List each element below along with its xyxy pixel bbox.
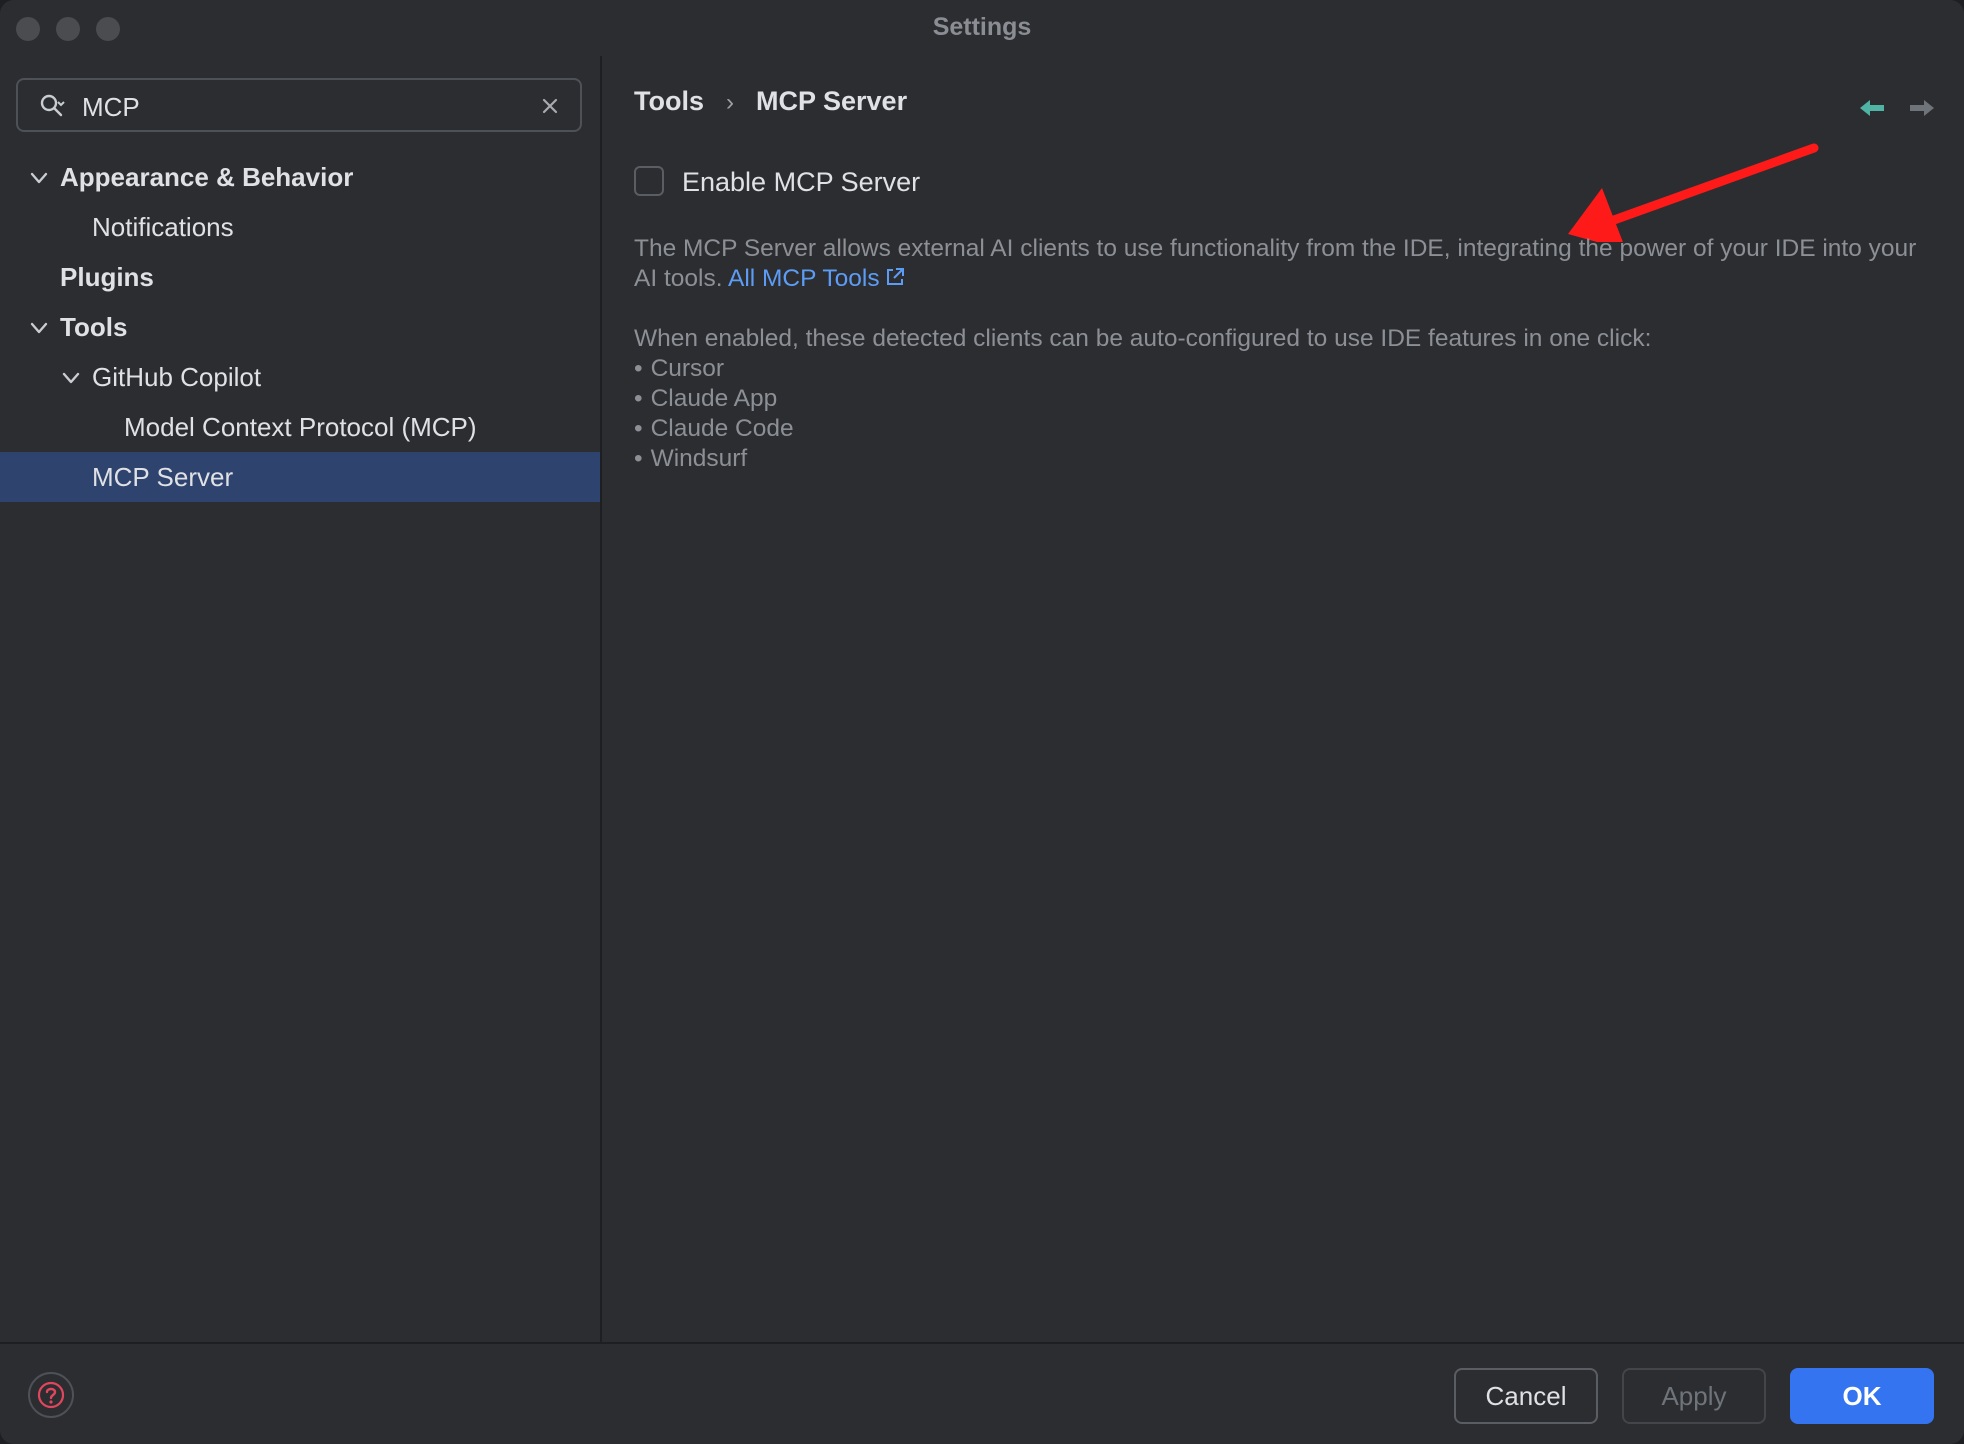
detected-clients: When enabled, these detected clients can… [634,324,1651,474]
enable-mcp-server-checkbox[interactable] [634,166,664,196]
help-button[interactable] [28,1372,74,1418]
mcp-server-description: The MCP Server allows external AI client… [634,234,1944,294]
search-field[interactable] [16,78,582,132]
sidebar-item-label: GitHub Copilot [92,362,262,392]
settings-window: Settings Appearance & Behavior Notificat… [0,0,1964,1444]
all-mcp-tools-link[interactable]: All MCP Tools [728,265,906,292]
sidebar-item-notifications[interactable]: Notifications [0,202,600,252]
list-item: Windsurf [634,444,1651,474]
chevron-down-icon[interactable] [28,167,50,189]
back-arrow-icon[interactable] [1858,96,1886,120]
sidebar-item-label: Tools [60,312,128,342]
annotation-arrow-icon [1568,143,1819,242]
settings-sidebar: Appearance & Behavior Notifications Plug… [0,56,602,1342]
clients-intro: When enabled, these detected clients can… [634,325,1652,352]
window-title: Settings [932,13,1032,41]
sidebar-item-label: Notifications [92,212,234,242]
sidebar-item-mcp-server[interactable]: MCP Server [0,452,600,502]
sidebar-item-label: Plugins [60,262,154,292]
breadcrumb: Tools › MCP Server [634,86,907,117]
sidebar-item-model-context-protocol[interactable]: Model Context Protocol (MCP) [0,402,600,452]
apply-button[interactable]: Apply [1622,1368,1766,1424]
breadcrumb-item-tools[interactable]: Tools [634,86,704,116]
sidebar-item-tools[interactable]: Tools [0,302,600,352]
external-link-icon [886,268,904,285]
help-icon [37,1381,65,1409]
enable-mcp-server-label[interactable]: Enable MCP Server [682,164,920,200]
sidebar-item-label: Appearance & Behavior [60,162,354,192]
chevron-down-icon[interactable] [28,317,50,339]
sidebar-item-github-copilot[interactable]: GitHub Copilot [0,352,600,402]
clients-list: Cursor Claude App Claude Code Windsurf [634,354,1651,474]
search-input[interactable] [80,88,524,126]
breadcrumb-separator: › [726,89,734,116]
sidebar-item-label: MCP Server [92,462,234,492]
dialog-footer: Cancel Apply OK [0,1342,1964,1444]
close-icon[interactable] [538,94,562,118]
breadcrumb-item-mcp-server: MCP Server [756,86,908,116]
sidebar-item-label: Model Context Protocol (MCP) [124,412,477,442]
cancel-button[interactable]: Cancel [1454,1368,1598,1424]
title-bar: Settings [0,0,1964,56]
settings-content: Tools › MCP Server Enable MCP Server The M… [602,56,1964,1342]
chevron-down-icon[interactable] [60,367,82,389]
list-item: Claude App [634,384,1651,414]
search-icon [40,94,65,117]
sidebar-item-appearance-behavior[interactable]: Appearance & Behavior [0,152,600,202]
list-item: Claude Code [634,414,1651,444]
ok-button[interactable]: OK [1790,1368,1934,1424]
list-item: Cursor [634,354,1651,384]
forward-arrow-icon[interactable] [1908,96,1936,120]
sidebar-item-plugins[interactable]: Plugins [0,252,600,302]
